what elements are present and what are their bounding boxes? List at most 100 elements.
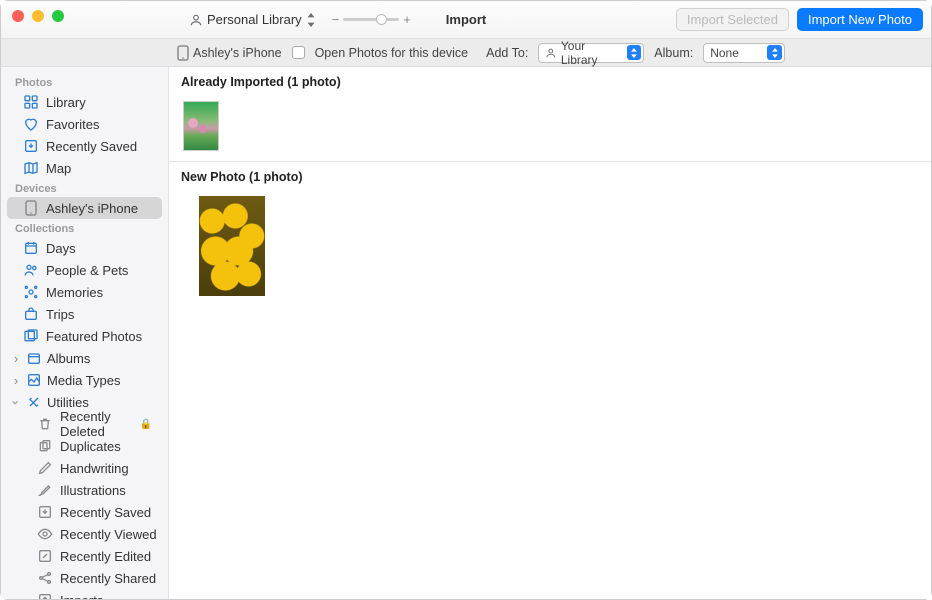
maximize-window-button[interactable] <box>52 10 64 22</box>
toolbar: Personal Library − + Import Import Selec… <box>1 1 931 39</box>
import-new-photo-button[interactable]: Import New Photo <box>797 8 923 31</box>
sidebar: Photos Library Favorites Recently Saved … <box>1 67 169 599</box>
dropdown-arrows-icon <box>767 45 782 60</box>
page-title: Import <box>446 12 486 27</box>
close-window-button[interactable] <box>12 10 24 22</box>
library-picker[interactable]: Personal Library <box>185 10 320 29</box>
sidebar-item-albums[interactable]: › Albums <box>1 347 168 369</box>
albums-icon <box>26 350 42 366</box>
sidebar-item-library[interactable]: Library <box>1 91 168 113</box>
library-picker-label: Personal Library <box>207 12 302 27</box>
sidebar-item-recently-viewed[interactable]: Recently Viewed <box>1 523 168 545</box>
import-icon <box>37 592 53 599</box>
sidebar-item-recently-edited[interactable]: Recently Edited <box>1 545 168 567</box>
sidebar-item-recently-saved[interactable]: Recently Saved <box>1 135 168 157</box>
sidebar-item-label: Favorites <box>46 117 99 132</box>
duplicates-icon <box>37 438 53 454</box>
updown-icon <box>306 13 316 27</box>
sidebar-item-favorites[interactable]: Favorites <box>1 113 168 135</box>
album-value: None <box>710 46 739 60</box>
sidebar-item-label: Recently Edited <box>60 549 151 564</box>
sidebar-item-label: Featured Photos <box>46 329 142 344</box>
open-photos-label: Open Photos for this device <box>315 46 469 60</box>
photo-thumbnail[interactable] <box>199 196 265 296</box>
media-types-icon <box>26 372 42 388</box>
sidebar-item-duplicates[interactable]: Duplicates <box>1 435 168 457</box>
sidebar-section-devices: Devices <box>1 179 168 197</box>
sidebar-item-label: Days <box>46 241 76 256</box>
sidebar-item-label: Map <box>46 161 71 176</box>
person-icon <box>189 13 203 27</box>
chevron-right-icon[interactable]: › <box>11 351 21 366</box>
brush-icon <box>37 482 53 498</box>
sidebar-item-label: Recently Shared <box>60 571 156 586</box>
sidebar-item-device[interactable]: Ashley's iPhone <box>7 197 162 219</box>
add-to-value: Your Library <box>561 39 623 67</box>
people-icon <box>23 262 39 278</box>
lock-icon: 🔒 <box>140 419 152 430</box>
sidebar-item-people-pets[interactable]: People & Pets <box>1 259 168 281</box>
featured-icon <box>23 328 39 344</box>
sidebar-item-label: Imports <box>60 593 103 600</box>
memories-icon <box>23 284 39 300</box>
photo-thumbnail[interactable] <box>183 101 219 151</box>
import-options-bar: Ashley's iPhone Open Photos for this dev… <box>1 39 931 67</box>
pencil-icon <box>37 460 53 476</box>
sidebar-item-label: Recently Saved <box>60 505 151 520</box>
sidebar-item-label: Library <box>46 95 86 110</box>
sidebar-item-memories[interactable]: Memories <box>1 281 168 303</box>
album-dropdown[interactable]: None <box>703 43 785 63</box>
sidebar-item-handwriting[interactable]: Handwriting <box>1 457 168 479</box>
sidebar-item-label: Media Types <box>47 373 120 388</box>
sidebar-item-label: Ashley's iPhone <box>46 201 138 216</box>
new-photo-thumbnails <box>169 192 931 306</box>
sidebar-section-collections: Collections <box>1 219 168 237</box>
chevron-down-icon[interactable]: › <box>9 397 24 407</box>
zoom-thumb[interactable] <box>376 14 387 25</box>
chevron-right-icon[interactable]: › <box>11 373 21 388</box>
already-imported-thumbnails <box>169 97 931 161</box>
sidebar-item-label: Albums <box>47 351 90 366</box>
sidebar-item-media-types[interactable]: › Media Types <box>1 369 168 391</box>
sidebar-item-label: Illustrations <box>60 483 126 498</box>
window-controls <box>12 10 64 22</box>
sidebar-item-label: Trips <box>46 307 74 322</box>
sidebar-item-label: Utilities <box>47 395 89 410</box>
edit-icon <box>37 548 53 564</box>
sidebar-item-days[interactable]: Days <box>1 237 168 259</box>
sidebar-item-imports[interactable]: Imports <box>1 589 168 599</box>
trash-icon <box>37 416 53 432</box>
sidebar-item-label: People & Pets <box>46 263 128 278</box>
add-to-label: Add To: <box>486 46 528 60</box>
already-imported-heading: Already Imported (1 photo) <box>169 67 931 97</box>
share-icon <box>37 570 53 586</box>
new-photo-heading: New Photo (1 photo) <box>169 162 931 192</box>
zoom-plus-label: + <box>403 12 411 27</box>
minimize-window-button[interactable] <box>32 10 44 22</box>
import-selected-button: Import Selected <box>676 8 789 31</box>
tools-icon <box>26 394 42 410</box>
zoom-track[interactable] <box>343 18 399 21</box>
sidebar-item-label: Duplicates <box>60 439 121 454</box>
add-to-dropdown[interactable]: Your Library <box>538 43 644 63</box>
sidebar-item-map[interactable]: Map <box>1 157 168 179</box>
sidebar-section-photos: Photos <box>1 73 168 91</box>
source-device-name: Ashley's iPhone <box>193 46 282 60</box>
sidebar-item-label: Recently Saved <box>46 139 137 154</box>
sidebar-item-illustrations[interactable]: Illustrations <box>1 479 168 501</box>
album-label: Album: <box>654 46 693 60</box>
sidebar-item-util-recently-saved[interactable]: Recently Saved <box>1 501 168 523</box>
eye-icon <box>37 526 53 542</box>
sidebar-item-featured[interactable]: Featured Photos <box>1 325 168 347</box>
sidebar-item-recently-shared[interactable]: Recently Shared <box>1 567 168 589</box>
download-icon <box>37 504 53 520</box>
phone-icon <box>23 200 39 216</box>
sidebar-item-trips[interactable]: Trips <box>1 303 168 325</box>
zoom-slider[interactable]: − + <box>332 12 411 27</box>
main-content: Already Imported (1 photo) New Photo (1 … <box>169 67 931 599</box>
person-icon <box>545 47 557 59</box>
sidebar-item-label: Handwriting <box>60 461 129 476</box>
open-photos-checkbox[interactable] <box>292 46 305 59</box>
sidebar-item-recently-deleted[interactable]: Recently Deleted 🔒 <box>1 413 168 435</box>
map-icon <box>23 160 39 176</box>
